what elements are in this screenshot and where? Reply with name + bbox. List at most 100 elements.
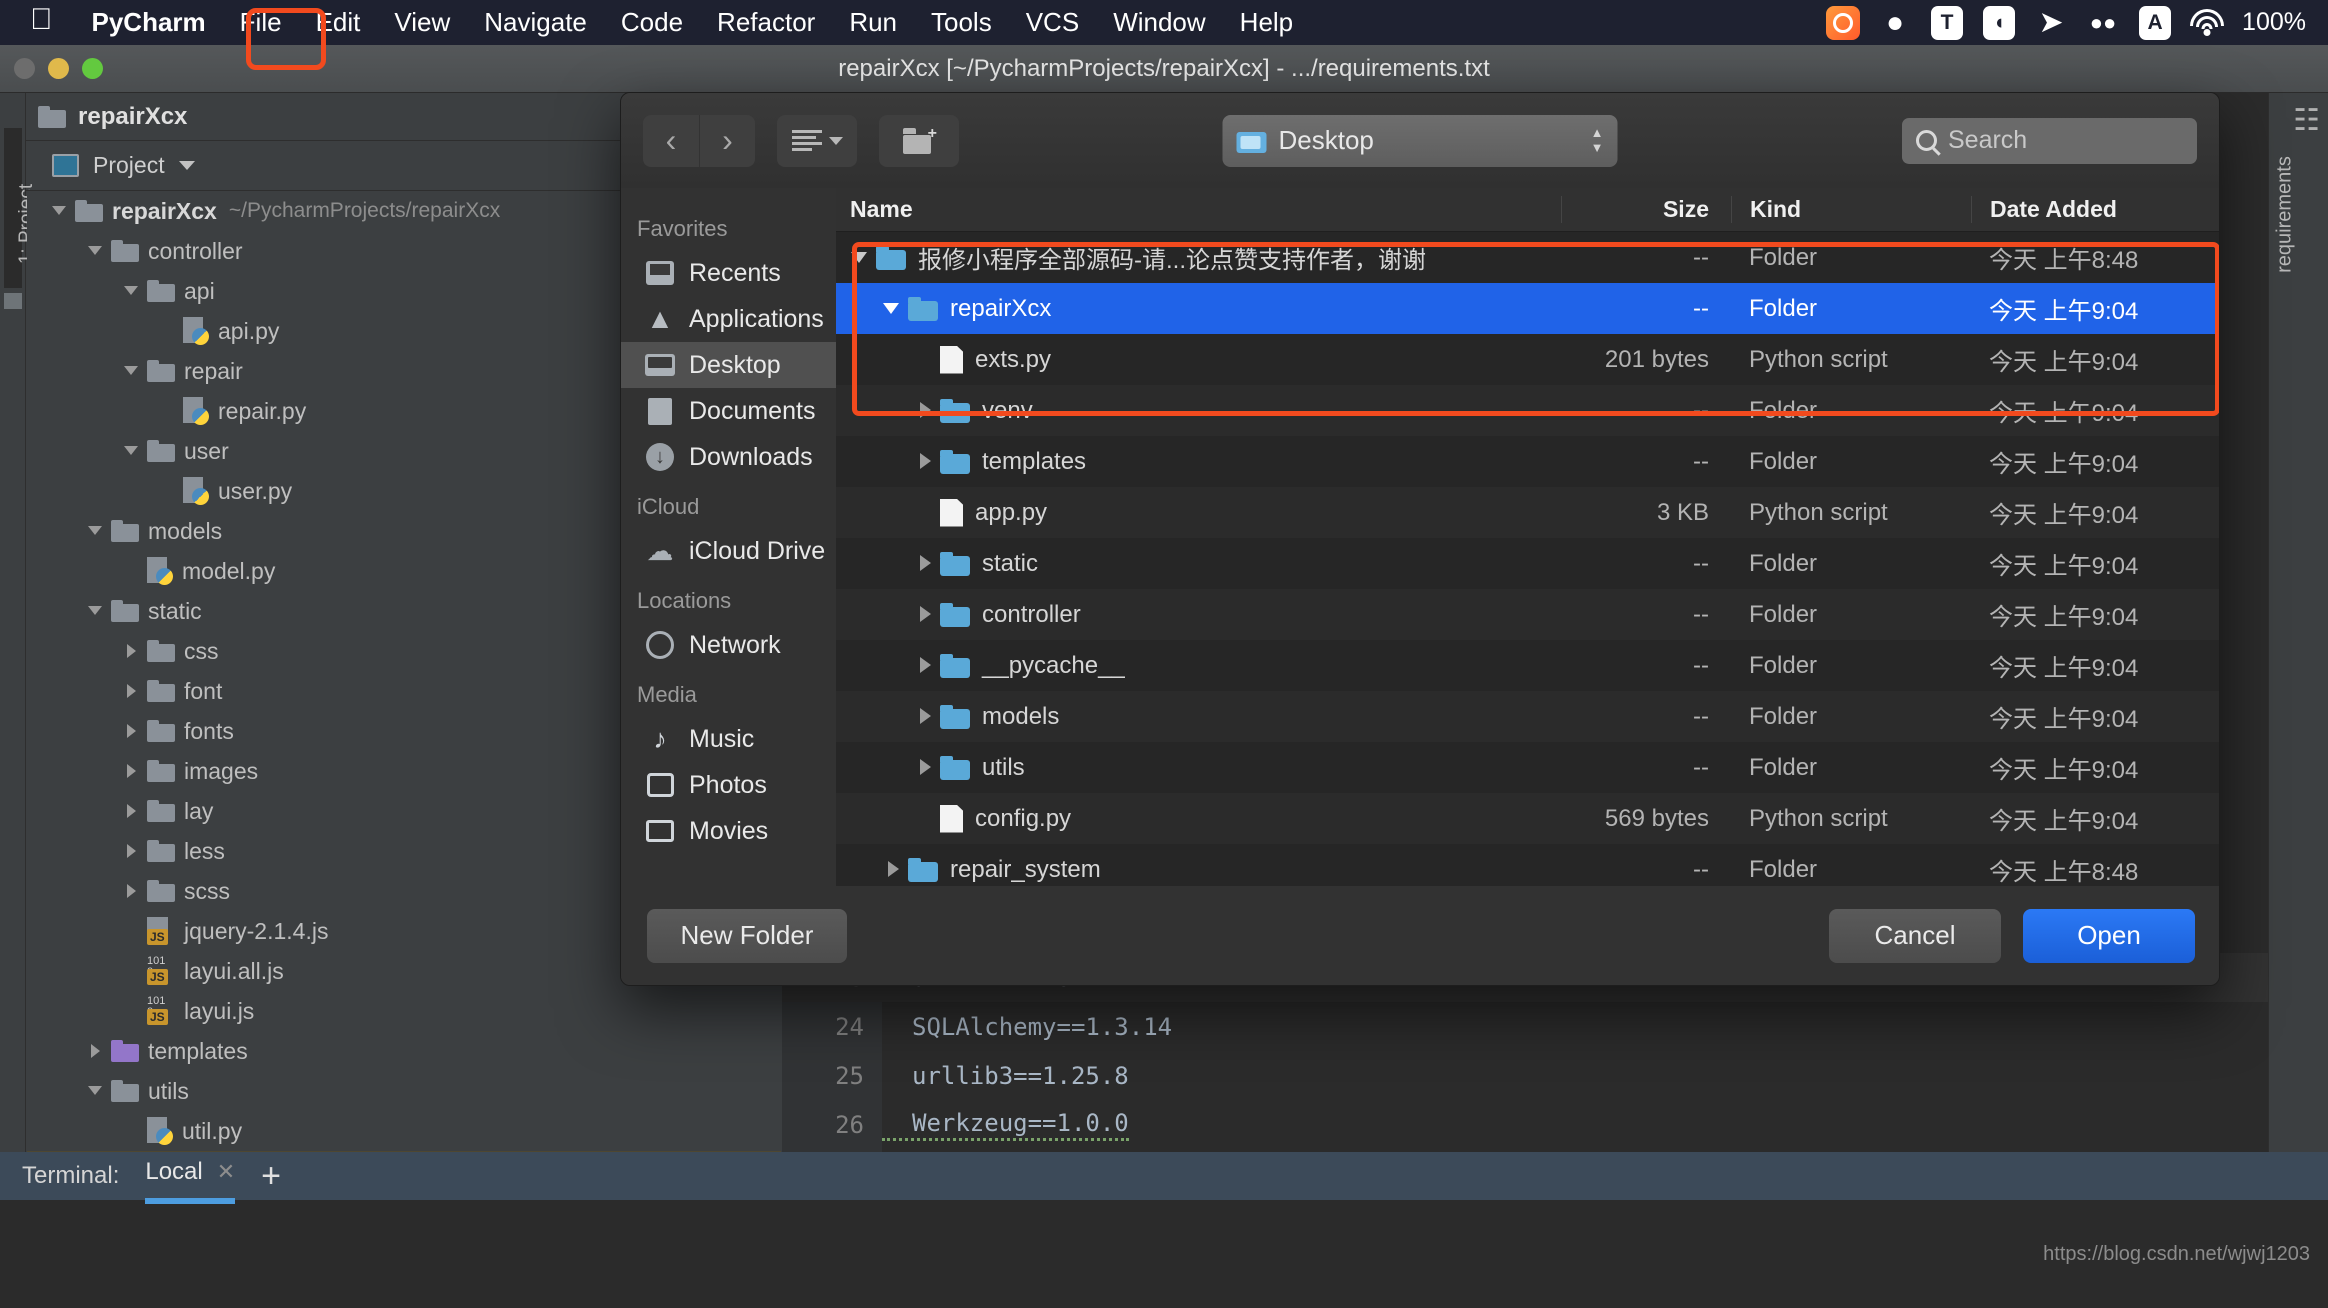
terminal-tab-local[interactable]: Local ✕ <box>145 1158 236 1204</box>
chevron-left-icon[interactable]: ‹ <box>643 114 699 167</box>
up-down-stepper-icon[interactable]: ▲ ▼ <box>1591 126 1604 153</box>
menu-run[interactable]: Run <box>832 4 914 41</box>
chevron-right-icon[interactable]: › <box>699 114 755 167</box>
file-row[interactable]: exts.py 201 bytes Python script 今天 上午9:04 <box>836 334 2219 385</box>
sidebar-item-desktop[interactable]: Desktop <box>621 342 836 388</box>
chevron-right-icon[interactable] <box>914 605 940 625</box>
file-row[interactable]: config.py 569 bytes Python script 今天 上午9:04 <box>836 793 2219 844</box>
tree-item[interactable]: 1010JS layui.js <box>27 991 781 1031</box>
apple-logo-icon[interactable]:  <box>30 4 53 35</box>
wechat-icon[interactable]: ●● <box>2086 6 2120 40</box>
sidebar-item-applications[interactable]: ▲ Applications <box>621 296 836 342</box>
close-icon[interactable]: ✕ <box>217 1159 235 1185</box>
sidebar-item-recents[interactable]: Recents <box>621 250 836 296</box>
chevron-right-icon[interactable] <box>123 762 141 780</box>
sunlogin-icon[interactable] <box>1826 5 1861 40</box>
chevron-right-icon[interactable] <box>914 554 940 574</box>
chevron-down-icon[interactable] <box>87 1082 105 1100</box>
tree-item[interactable]: utils <box>27 1071 781 1111</box>
chevron-right-icon[interactable] <box>914 758 940 778</box>
column-header-kind[interactable]: Kind <box>1731 196 1971 223</box>
tencent-t-icon[interactable]: T <box>1930 5 1964 40</box>
chevron-right-icon[interactable] <box>914 707 940 727</box>
chevron-right-icon[interactable] <box>123 722 141 740</box>
chevron-down-icon[interactable] <box>87 242 105 260</box>
chevron-down-icon[interactable] <box>850 248 876 268</box>
finder-file-list[interactable]: Name Size Kind Date Added 报修小程序全部源码-请...… <box>836 188 2219 888</box>
sidebar-item-music[interactable]: ♪ Music <box>621 716 836 762</box>
file-row[interactable]: app.py 3 KB Python script 今天 上午9:04 <box>836 487 2219 538</box>
terminal-output[interactable] <box>0 1200 2328 1308</box>
file-row[interactable]: templates -- Folder 今天 上午9:04 <box>836 436 2219 487</box>
chevron-right-icon[interactable] <box>123 802 141 820</box>
chevron-down-icon[interactable] <box>123 282 141 300</box>
sidebar-item-downloads[interactable]: ↓ Downloads <box>621 434 836 480</box>
file-row[interactable]: utils -- Folder 今天 上午9:04 <box>836 742 2219 793</box>
file-row[interactable]: repairXcx -- Folder 今天 上午9:04 <box>836 283 2219 334</box>
qq-icon[interactable]: ● <box>1878 6 1912 40</box>
chevron-down-icon[interactable] <box>882 299 908 319</box>
sidebar-item-icloud-drive[interactable]: ☁ iCloud Drive <box>621 528 836 574</box>
chevron-down-icon[interactable] <box>123 442 141 460</box>
menu-tools[interactable]: Tools <box>914 4 1009 41</box>
file-row[interactable]: venv -- Folder 今天 上午9:04 <box>836 385 2219 436</box>
file-row[interactable]: controller -- Folder 今天 上午9:04 <box>836 589 2219 640</box>
column-header-name[interactable]: Name <box>836 196 1561 223</box>
chevron-down-icon[interactable] <box>123 362 141 380</box>
new-folder-button[interactable]: New Folder <box>647 908 847 963</box>
chevron-right-icon[interactable] <box>123 642 141 660</box>
finder-sidebar[interactable]: Favorites Recents ▲ Applications Desktop Docu… <box>621 188 836 888</box>
search-input[interactable]: Search <box>1902 117 2197 164</box>
sidebar-item-documents[interactable]: Documents <box>621 388 836 434</box>
structure-tool-tab[interactable] <box>4 293 22 309</box>
file-row[interactable]: __pycache__ -- Folder 今天 上午9:04 <box>836 640 2219 691</box>
file-row[interactable]: static -- Folder 今天 上午9:04 <box>836 538 2219 589</box>
chevron-down-icon[interactable] <box>178 161 195 170</box>
column-header-size[interactable]: Size <box>1561 196 1731 223</box>
path-location-dropdown[interactable]: Desktop ▲ ▼ <box>1222 114 1618 167</box>
file-row[interactable]: repair_system -- Folder 今天 上午8:48 <box>836 844 2219 888</box>
chevron-right-icon[interactable] <box>914 401 940 421</box>
database-icon[interactable]: ☷ <box>2293 103 2320 138</box>
new-folder-icon[interactable]: + <box>879 114 959 167</box>
list-view-icon[interactable] <box>777 114 857 167</box>
menu-navigate[interactable]: Navigate <box>467 4 604 41</box>
chevron-down-icon[interactable] <box>51 202 69 220</box>
sidebar-item-network[interactable]: Network <box>621 622 836 668</box>
sidebar-item-movies[interactable]: Movies <box>621 808 836 854</box>
youdao-icon[interactable]: ◖ <box>1982 5 2016 40</box>
sidebar-item-photos[interactable]: Photos <box>621 762 836 808</box>
column-header-date-added[interactable]: Date Added <box>1971 196 2219 223</box>
menu-view[interactable]: View <box>377 4 467 41</box>
chevron-down-icon[interactable] <box>87 522 105 540</box>
wifi-icon[interactable] <box>2190 6 2225 40</box>
cancel-button[interactable]: Cancel <box>1829 908 2001 963</box>
menu-window[interactable]: Window <box>1096 4 1222 41</box>
chevron-right-icon[interactable] <box>123 882 141 900</box>
chevron-down-icon[interactable] <box>87 602 105 620</box>
tree-item[interactable]: util.py <box>27 1111 781 1151</box>
file-row[interactable]: models -- Folder 今天 上午9:04 <box>836 691 2219 742</box>
menu-edit[interactable]: Edit <box>299 4 378 41</box>
chevron-right-icon[interactable] <box>123 682 141 700</box>
menu-help[interactable]: Help <box>1223 4 1310 41</box>
input-method-a-icon[interactable]: A <box>2138 5 2172 40</box>
menu-code[interactable]: Code <box>604 4 700 41</box>
open-button[interactable]: Open <box>2023 908 2195 963</box>
menu-vcs[interactable]: VCS <box>1009 4 1096 41</box>
tree-item[interactable]: templates <box>27 1031 781 1071</box>
file-row[interactable]: 报修小程序全部源码-请...论点赞支持作者，谢谢 -- Folder 今天 上午8:4… <box>836 232 2219 283</box>
open-file-dialog[interactable]: ‹ › + Desktop ▲ ▼ Search Favorites Recents… <box>620 92 2220 986</box>
menu-refactor[interactable]: Refactor <box>700 4 832 41</box>
chevron-right-icon[interactable] <box>882 860 908 880</box>
menu-pycharm[interactable]: PyCharm <box>75 4 223 41</box>
plus-icon[interactable]: + <box>261 1159 281 1193</box>
swallow-icon[interactable]: ➤ <box>2034 6 2068 40</box>
menu-file[interactable]: File <box>223 4 299 41</box>
requirements-tab-label[interactable]: requirements <box>2274 130 2297 300</box>
chevron-right-icon[interactable] <box>914 656 940 676</box>
project-panel-label[interactable]: Project <box>93 152 165 179</box>
chevron-right-icon[interactable] <box>87 1042 105 1060</box>
chevron-right-icon[interactable] <box>914 452 940 472</box>
chevron-right-icon[interactable] <box>123 842 141 860</box>
